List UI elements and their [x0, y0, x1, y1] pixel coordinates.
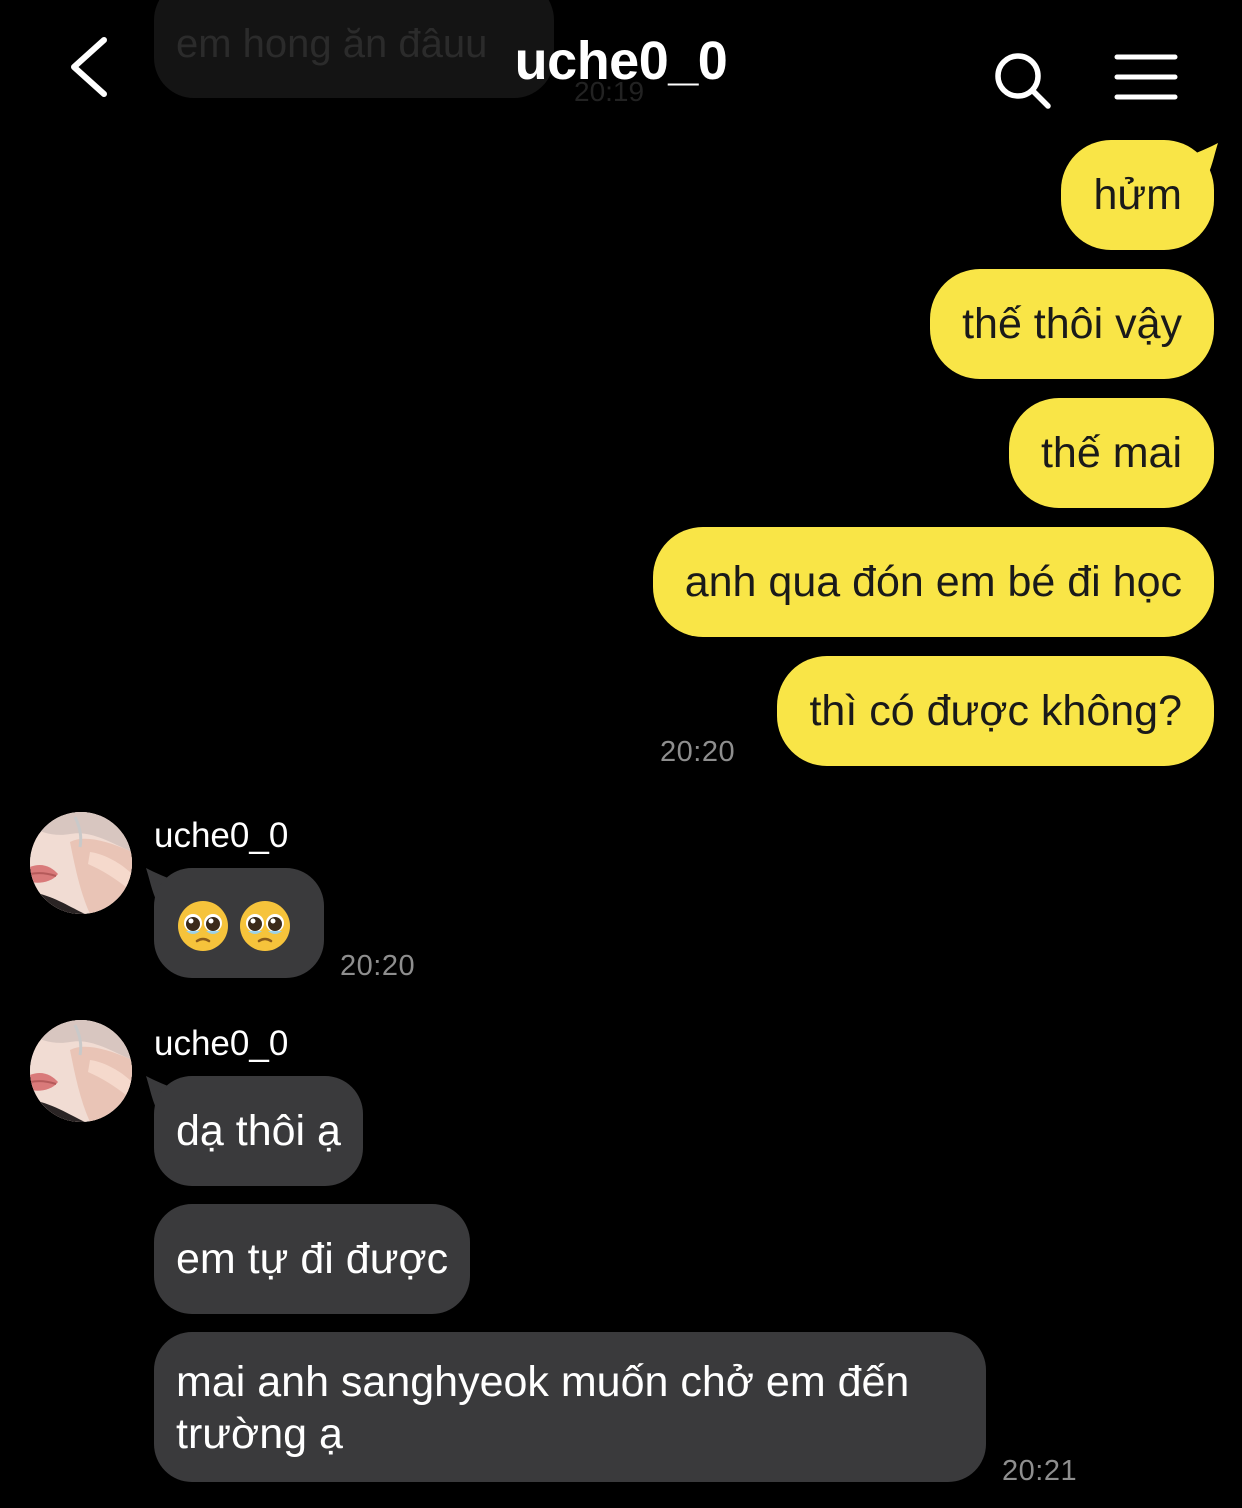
avatar[interactable] [30, 812, 132, 914]
incoming-timestamp: 20:20 [340, 950, 416, 982]
avatar-photo-icon [30, 812, 132, 914]
pleading-face-emoji-icon [178, 900, 228, 951]
chat-title: uche0_0 [514, 31, 728, 91]
chat-header: uche0_0 [0, 0, 1242, 130]
outgoing-message-bubble[interactable]: thì có được không? [777, 656, 1214, 766]
incoming-message-bubble[interactable]: mai anh sanghyeok muốn chở em đến trường… [154, 1332, 986, 1482]
incoming-message-bubble[interactable]: em tự đi được [154, 1204, 471, 1314]
incoming-message-bubble[interactable]: dạ thôi ạ [154, 1076, 363, 1186]
outgoing-message-bubble[interactable]: thế mai [1008, 398, 1214, 508]
pleading-face-emoji-icon [240, 900, 290, 951]
outgoing-message-bubble[interactable]: thế thôi vậy [930, 269, 1214, 379]
search-icon[interactable] [992, 50, 1054, 112]
outgoing-message-bubble[interactable]: anh qua đón em bé đi học [652, 527, 1214, 637]
sender-name: uche0_0 [154, 1024, 289, 1063]
avatar[interactable] [30, 1020, 132, 1122]
outgoing-message-bubble[interactable]: hửm [1061, 140, 1214, 250]
incoming-timestamp: 20:21 [1002, 1455, 1078, 1487]
incoming-emoji-message[interactable]: 🥹🥹 [154, 868, 324, 978]
outgoing-timestamp: 20:20 [660, 736, 736, 768]
hamburger-menu-icon[interactable] [1114, 52, 1178, 102]
sender-name: uche0_0 [154, 816, 289, 855]
avatar-photo-icon [30, 1020, 132, 1122]
